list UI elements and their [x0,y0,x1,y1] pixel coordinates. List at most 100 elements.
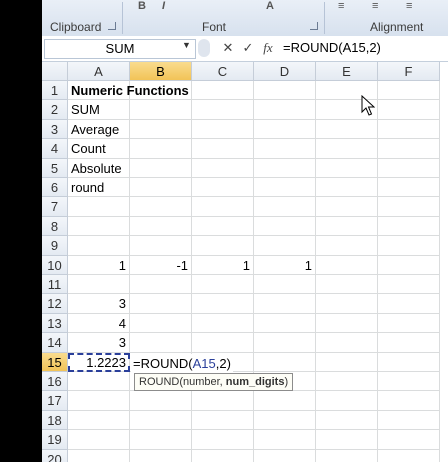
cell[interactable] [378,236,440,256]
cell[interactable]: Numeric Functions [68,81,189,101]
select-all-corner[interactable] [42,62,68,81]
cell[interactable] [254,81,316,101]
cell[interactable] [130,391,192,411]
bold-icon[interactable]: B [138,0,146,12]
row-header[interactable]: 16 [42,372,68,392]
row-header[interactable]: 11 [42,275,68,295]
cell[interactable] [316,139,378,159]
cell[interactable] [378,100,440,120]
cell[interactable] [316,449,378,462]
cell[interactable] [68,216,130,237]
column-header[interactable]: D [254,62,316,81]
cell[interactable]: Count [68,139,130,159]
cell[interactable]: round [68,178,130,198]
cell-edit-box[interactable]: =ROUND(A15,2) [131,353,233,373]
cell[interactable] [130,275,192,295]
cell[interactable] [254,100,316,120]
name-box[interactable]: SUM [44,39,196,59]
cell[interactable] [316,372,378,392]
cell[interactable] [192,430,254,450]
cell[interactable] [378,430,440,450]
cell[interactable]: 1 [192,255,254,275]
cell[interactable] [378,81,440,101]
cell[interactable] [378,352,440,372]
column-header[interactable]: A [68,62,130,81]
column-header[interactable]: E [316,62,378,81]
cell[interactable] [130,81,192,101]
cell[interactable] [68,391,130,411]
cell[interactable] [254,178,316,198]
cell[interactable] [378,333,440,353]
align-icon[interactable]: ≡ [338,0,344,12]
cell[interactable] [254,333,316,353]
cell[interactable] [130,449,192,462]
cell[interactable] [192,236,254,256]
row-header[interactable]: 6 [42,178,68,198]
cell[interactable] [192,410,254,431]
cell[interactable] [254,119,316,140]
cell[interactable] [192,81,254,101]
cell[interactable] [254,139,316,159]
column-header[interactable]: B [130,62,192,81]
formula-bar-grip[interactable] [198,39,210,57]
cell[interactable] [68,430,130,450]
cell[interactable] [316,236,378,256]
cell[interactable] [378,410,440,431]
cell[interactable] [378,119,440,140]
row-header[interactable]: 9 [42,236,68,256]
cell[interactable] [316,178,378,198]
cell[interactable] [316,410,378,431]
cell[interactable] [192,313,254,334]
cell[interactable]: 3 [68,294,130,314]
row-header[interactable]: 4 [42,139,68,159]
cell[interactable] [316,352,378,372]
cell[interactable] [378,294,440,314]
cell[interactable] [192,119,254,140]
cell[interactable] [378,178,440,198]
function-tooltip[interactable]: ROUND(number, num_digits) [134,373,294,391]
cell[interactable] [130,410,192,431]
formula-input[interactable]: =ROUND(A15,2) [283,39,381,57]
cell[interactable]: SUM [68,100,130,120]
cell[interactable] [254,410,316,431]
cell[interactable]: 4 [68,313,130,334]
align-right-icon[interactable]: ≡ [406,0,412,12]
cell[interactable] [378,255,440,275]
cell[interactable]: 1 [254,255,316,275]
cell[interactable] [192,139,254,159]
row-header[interactable]: 20 [42,449,68,462]
cell[interactable] [254,158,316,178]
cell[interactable] [378,216,440,237]
row-header[interactable]: 19 [42,430,68,450]
cell[interactable] [254,449,316,462]
row-header[interactable]: 14 [42,333,68,353]
row-header[interactable]: 8 [42,216,68,237]
cell[interactable] [130,100,192,120]
cell[interactable] [254,216,316,237]
cell[interactable] [192,391,254,411]
cell[interactable] [130,119,192,140]
cell[interactable] [130,236,192,256]
cell[interactable] [192,275,254,295]
cell[interactable] [192,100,254,120]
cell[interactable] [378,139,440,159]
cell[interactable] [68,236,130,256]
cell[interactable] [254,197,316,217]
row-header[interactable]: 18 [42,410,68,431]
cell[interactable] [130,333,192,353]
cell[interactable] [130,430,192,450]
cell[interactable] [130,139,192,159]
cell[interactable] [316,197,378,217]
cell[interactable] [254,352,316,372]
cell[interactable] [316,430,378,450]
cell[interactable] [378,158,440,178]
cell[interactable] [130,178,192,198]
cell[interactable] [316,119,378,140]
insert-function-button[interactable]: fx [260,39,276,57]
row-header[interactable]: 13 [42,313,68,334]
row-header[interactable]: 2 [42,100,68,120]
cell[interactable] [316,216,378,237]
cell[interactable] [316,158,378,178]
clipboard-launcher-icon[interactable] [108,22,116,30]
column-header[interactable]: F [378,62,440,81]
